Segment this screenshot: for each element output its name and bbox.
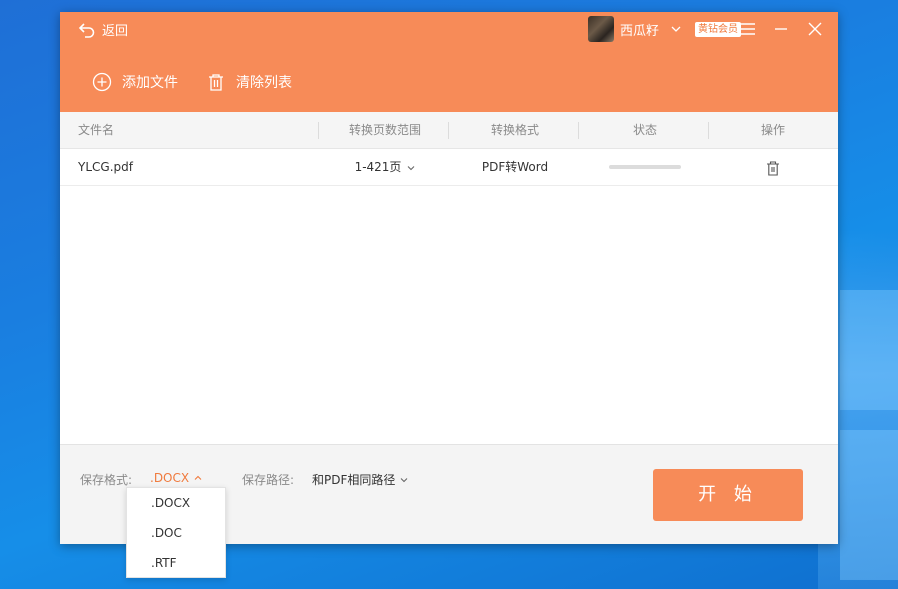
back-button[interactable]: 返回 bbox=[78, 20, 128, 39]
format-cell: PDF转Word bbox=[481, 160, 549, 174]
add-file-button[interactable]: 添加文件 bbox=[92, 72, 178, 92]
user-menu[interactable]: 西瓜籽 黄钻会员 bbox=[588, 16, 742, 42]
column-header-file-name: 文件名 bbox=[78, 123, 115, 137]
toolbar: 添加文件 清除列表 bbox=[92, 72, 292, 92]
save-format-label: 保存格式: bbox=[80, 473, 133, 487]
save-path-label: 保存路径: bbox=[242, 473, 295, 487]
user-name: 西瓜籽 bbox=[620, 23, 660, 39]
column-header-actions: 操作 bbox=[760, 123, 785, 137]
desktop-window-logo-pane bbox=[840, 430, 898, 580]
clear-list-label: 清除列表 bbox=[236, 75, 292, 91]
close-icon bbox=[808, 22, 822, 36]
minimize-button[interactable] bbox=[772, 20, 790, 38]
desktop-window-logo-pane bbox=[840, 290, 898, 410]
column-header-status: 状态 bbox=[632, 123, 657, 137]
back-label: 返回 bbox=[102, 24, 129, 39]
back-arrow-icon bbox=[78, 22, 95, 38]
chevron-down-icon bbox=[671, 26, 681, 32]
column-divider bbox=[318, 122, 319, 139]
save-path-select[interactable]: 和PDF相同路径 bbox=[312, 471, 408, 488]
trash-icon bbox=[767, 160, 779, 176]
chevron-down-icon bbox=[401, 477, 408, 482]
column-header-format: 转换格式 bbox=[490, 123, 539, 137]
clear-list-button[interactable]: 清除列表 bbox=[206, 72, 292, 92]
plus-circle-icon bbox=[92, 72, 112, 92]
format-option-doc[interactable]: .DOC bbox=[127, 518, 225, 548]
header-bar: 返回 西瓜籽 黄钻会员 添加文件 清除列表 bbox=[60, 12, 838, 112]
column-divider bbox=[448, 122, 449, 139]
start-button[interactable]: 开 始 bbox=[653, 469, 803, 521]
file-name-cell: YLCG.pdf bbox=[78, 160, 133, 174]
menu-button[interactable] bbox=[738, 20, 756, 38]
minimize-icon bbox=[775, 28, 787, 30]
column-divider bbox=[578, 122, 579, 139]
page-range-value: 1-421页 bbox=[354, 160, 402, 174]
avatar bbox=[588, 16, 614, 42]
column-divider bbox=[708, 122, 709, 139]
page-range-select[interactable]: 1-421页 bbox=[350, 149, 420, 186]
status-progress-bar bbox=[609, 165, 681, 169]
pdf-converter-window: 返回 西瓜籽 黄钻会员 添加文件 清除列表 文件名 转换页数范围 转换格式 状态… bbox=[60, 12, 838, 544]
window-controls bbox=[738, 20, 824, 38]
table-header: 文件名 转换页数范围 转换格式 状态 操作 bbox=[60, 112, 838, 149]
chevron-down-icon bbox=[408, 165, 415, 170]
table-row: YLCG.pdf 1-421页 PDF转Word bbox=[60, 149, 838, 186]
add-file-label: 添加文件 bbox=[122, 75, 178, 91]
format-option-docx[interactable]: .DOCX bbox=[127, 488, 225, 518]
column-header-page-range: 转换页数范围 bbox=[348, 123, 421, 137]
format-option-rtf[interactable]: .RTF bbox=[127, 548, 225, 578]
close-button[interactable] bbox=[806, 20, 824, 38]
vip-badge: 黄钻会员 bbox=[695, 21, 742, 37]
delete-row-button[interactable] bbox=[760, 149, 786, 186]
save-format-dropdown: .DOCX .DOC .RTF bbox=[126, 487, 226, 578]
hamburger-menu-icon bbox=[739, 23, 755, 35]
chevron-up-icon bbox=[194, 475, 202, 480]
trash-icon bbox=[209, 74, 223, 91]
save-path-value: 和PDF相同路径 bbox=[312, 473, 396, 487]
save-format-value: .DOCX bbox=[150, 471, 190, 485]
save-format-select[interactable]: .DOCX bbox=[150, 471, 202, 485]
